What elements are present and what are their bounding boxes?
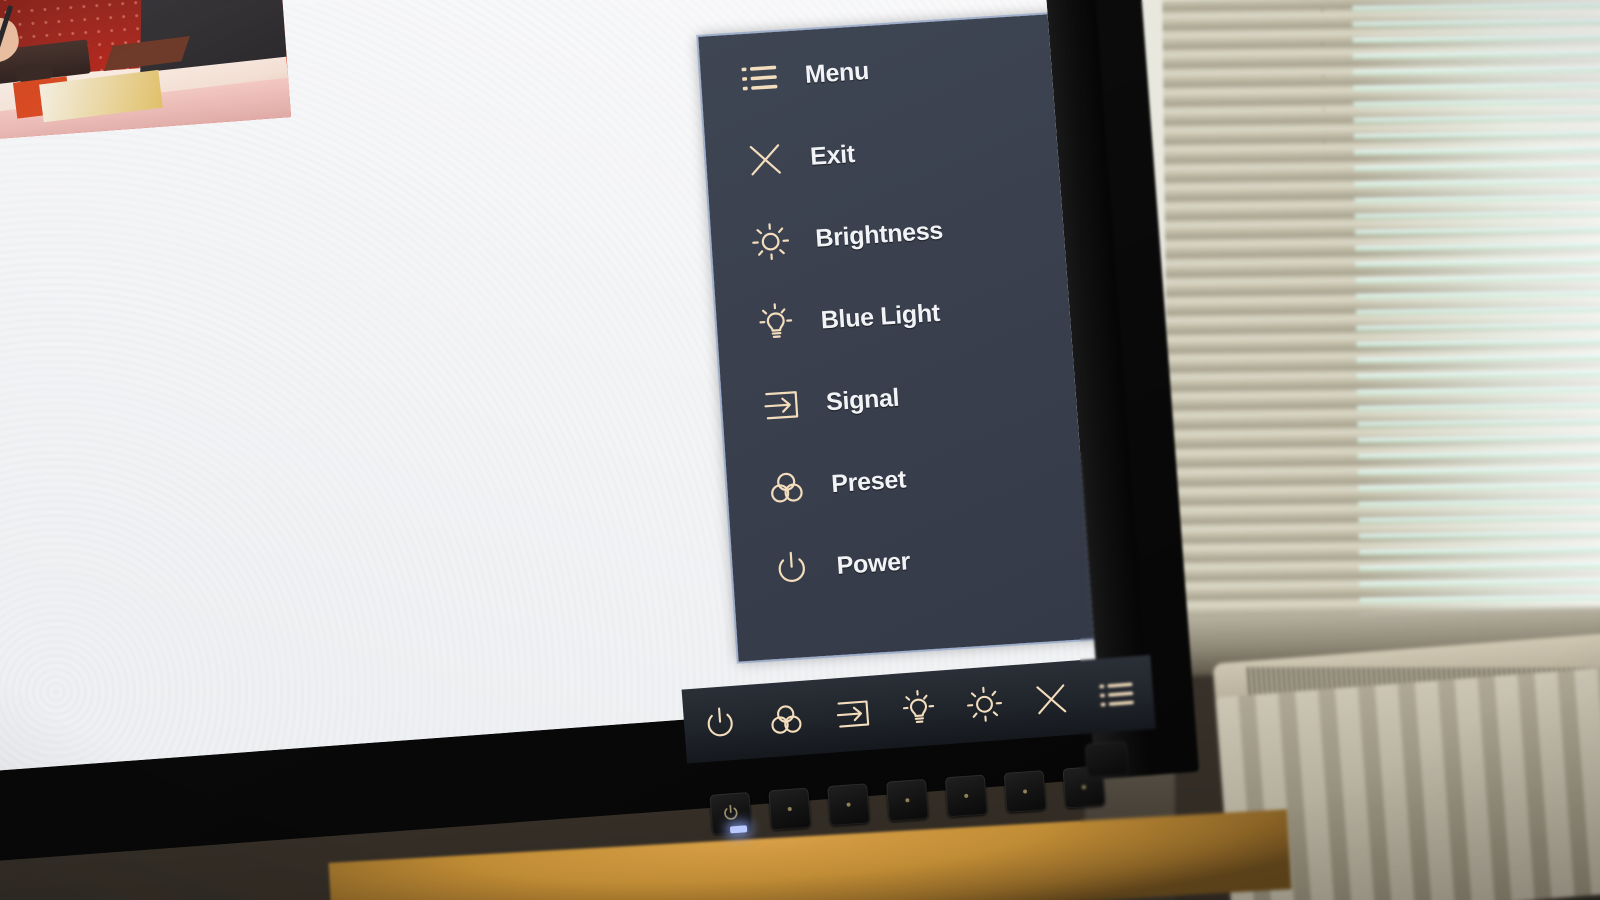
osd-item-label: Menu — [804, 56, 870, 89]
menu-list-icon[interactable] — [1094, 671, 1141, 718]
osd-item-preset[interactable]: Preset — [762, 440, 1095, 515]
hardware-button-2[interactable] — [768, 787, 812, 831]
button-dot — [1081, 784, 1087, 790]
computer-monitor: NE eVTOL is your future rts car in the s… — [0, 0, 1247, 900]
menu-list-icon — [736, 54, 785, 103]
osd-item-signal[interactable]: Signal — [757, 359, 1090, 434]
photo-scene: NE eVTOL is your future rts car in the s… — [0, 0, 1600, 900]
osd-item-label: Exit — [809, 139, 856, 171]
button-dot — [1022, 789, 1028, 794]
hardware-button-6[interactable] — [1003, 770, 1047, 813]
button-dot — [846, 802, 851, 807]
monitor-stand-mount — [1084, 740, 1130, 778]
osd-item-blue-light[interactable]: Blue Light — [751, 277, 1084, 352]
close-x-icon[interactable] — [1027, 676, 1074, 723]
osd-item-power[interactable]: Power — [767, 522, 1098, 597]
close-x-icon — [741, 135, 790, 184]
hardware-button-3[interactable] — [827, 783, 870, 827]
osd-item-label: Brightness — [814, 216, 944, 253]
osd-item-label: Power — [835, 546, 911, 580]
input-arrow-icon — [757, 381, 806, 430]
power-icon[interactable] — [697, 700, 744, 747]
power-icon — [767, 545, 816, 594]
osd-item-exit[interactable]: Exit — [741, 113, 1074, 188]
hardware-button-4[interactable] — [885, 778, 929, 822]
osd-item-label: Signal — [825, 383, 901, 416]
osd-item-brightness[interactable]: Brightness — [746, 195, 1079, 270]
color-rings-icon[interactable] — [763, 695, 810, 742]
osd-item-label: Preset — [830, 464, 907, 498]
osd-item-menu[interactable]: Menu — [735, 31, 1068, 106]
lightbulb-icon[interactable] — [895, 686, 942, 733]
sun-icon — [746, 217, 795, 266]
button-dot — [787, 806, 792, 812]
sun-icon[interactable] — [961, 681, 1008, 728]
button-dot — [964, 793, 969, 799]
lightbulb-icon — [751, 299, 800, 348]
power-led-indicator — [729, 825, 748, 834]
osd-quick-menu[interactable]: Menu Exit Brightness Blue Light Signal P… — [698, 12, 1098, 662]
osd-item-label: Blue Light — [819, 298, 941, 335]
input-arrow-icon[interactable] — [829, 691, 876, 738]
button-dot — [905, 798, 910, 803]
hardware-button-5[interactable] — [944, 774, 988, 818]
color-rings-icon — [762, 463, 811, 512]
